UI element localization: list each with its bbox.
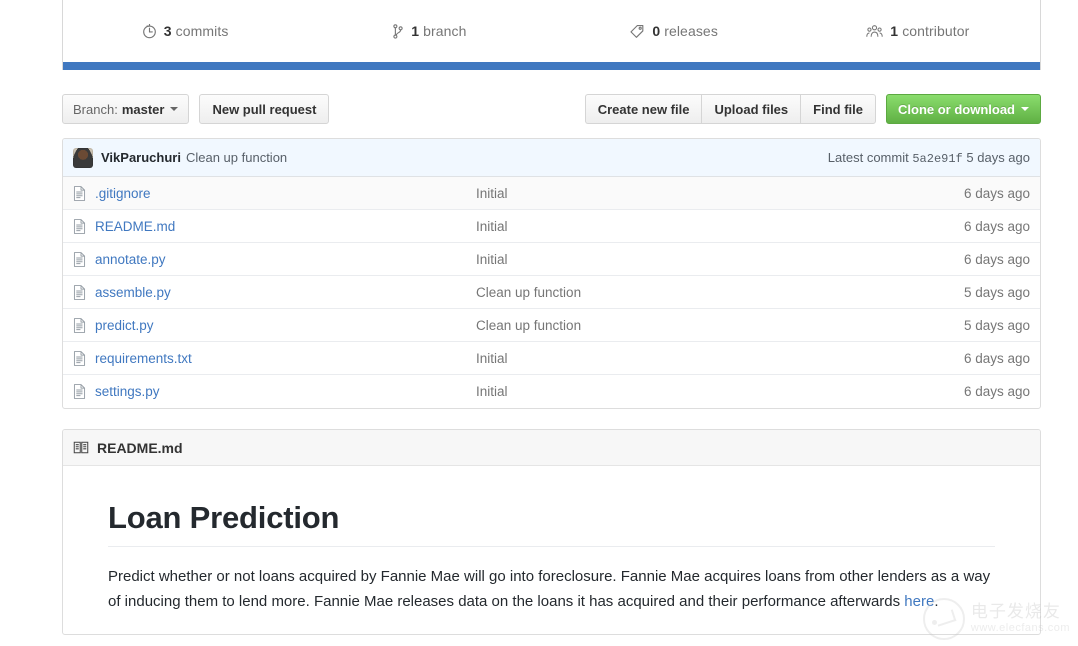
toolbar-left-group: Branch: master New pull request [62,94,329,124]
avatar [73,148,93,168]
file-icon [73,285,86,300]
readme-panel: README.md Loan Prediction Predict whethe… [62,429,1041,635]
book-icon [73,440,89,455]
table-row[interactable]: README.md Initial 6 days ago [63,210,1040,243]
latest-commit-info: Latest commit 5a2e91f 5 days ago [828,150,1030,166]
file-name-link[interactable]: assemble.py [95,285,171,300]
github-repository-page: 3 commits 1 branch [0,0,1078,646]
table-row[interactable]: annotate.py Initial 6 days ago [63,243,1040,276]
readme-paragraph-end: . [934,593,938,610]
branch-icon [392,24,404,39]
file-name-cell: assemble.py [73,285,476,300]
commit-sha[interactable]: 5a2e91f [912,152,962,166]
file-icon [73,351,86,366]
readme-heading: Loan Prediction [108,500,995,547]
file-age: 6 days ago [964,384,1030,399]
file-commit-message[interactable]: Clean up function [476,285,964,300]
latest-commit-label: Latest commit [828,150,909,165]
commit-author-name[interactable]: VikParuchuri [101,150,181,165]
branch-prefix-label: Branch: [73,102,118,117]
file-name-cell: README.md [73,219,476,234]
stats-accent-bar [62,62,1041,70]
people-icon [866,24,883,39]
file-name-link[interactable]: predict.py [95,318,154,333]
file-commit-message[interactable]: Initial [476,219,964,234]
file-icon [73,252,86,267]
file-icon [73,219,86,234]
stat-commits[interactable]: 3 commits [63,23,307,39]
clone-or-download-label: Clone or download [898,102,1015,117]
branch-selector-button[interactable]: Branch: master [62,94,189,124]
file-icon [73,186,86,201]
commit-message[interactable]: Clean up function [186,150,287,165]
file-age: 5 days ago [964,285,1030,300]
file-icon [73,384,86,399]
stat-contributors[interactable]: 1 contributor [796,23,1040,39]
create-new-file-button[interactable]: Create new file [585,94,702,124]
repo-toolbar: Branch: master New pull request Create n… [62,92,1041,126]
repo-content-container: 3 commits 1 branch [62,0,1041,635]
stat-branches[interactable]: 1 branch [307,23,551,39]
readme-paragraph: Predict whether or not loans acquired by… [108,564,995,614]
stat-releases-count: 0 [652,23,660,39]
chevron-down-icon [1021,107,1029,111]
file-commit-message[interactable]: Initial [476,186,964,201]
history-icon [142,24,157,39]
branch-name-label: master [122,102,165,117]
stat-commits-label: commits [176,23,229,39]
file-listing-box: VikParuchuri Clean up function Latest co… [62,138,1041,409]
stat-releases[interactable]: 0 releases [552,23,796,39]
stat-branches-count: 1 [411,23,419,39]
file-icon [73,318,86,333]
file-commit-message[interactable]: Clean up function [476,318,964,333]
stat-contributors-count: 1 [890,23,898,39]
file-name-link[interactable]: annotate.py [95,252,166,267]
find-file-button[interactable]: Find file [800,94,876,124]
file-age: 6 days ago [964,252,1030,267]
file-name-link[interactable]: README.md [95,219,175,234]
file-name-cell: settings.py [73,384,476,399]
file-commit-message[interactable]: Initial [476,351,964,366]
readme-here-link[interactable]: here [904,593,934,610]
tag-icon [629,24,645,39]
table-row[interactable]: assemble.py Clean up function 5 days ago [63,276,1040,309]
readme-paragraph-text: Predict whether or not loans acquired by… [108,568,990,610]
latest-commit-bar: VikParuchuri Clean up function Latest co… [63,139,1040,177]
file-age: 5 days ago [964,318,1030,333]
file-age: 6 days ago [964,219,1030,234]
file-age: 6 days ago [964,351,1030,366]
table-row[interactable]: predict.py Clean up function 5 days ago [63,309,1040,342]
toolbar-right-group: Create new file Upload files Find file C… [585,94,1041,124]
stat-branches-label: branch [423,23,466,39]
readme-header: README.md [63,430,1040,466]
file-actions-button-group: Create new file Upload files Find file [585,94,876,124]
file-name-link[interactable]: settings.py [95,384,160,399]
repository-stats-bar: 3 commits 1 branch [62,0,1041,62]
file-name-cell: predict.py [73,318,476,333]
file-commit-message[interactable]: Initial [476,384,964,399]
readme-header-title: README.md [97,440,183,456]
file-name-cell: .gitignore [73,186,476,201]
file-name-cell: requirements.txt [73,351,476,366]
file-rows: .gitignore Initial 6 days ago [63,177,1040,408]
commit-age: 5 days ago [966,150,1030,165]
file-commit-message[interactable]: Initial [476,252,964,267]
clone-or-download-button[interactable]: Clone or download [886,94,1041,124]
table-row[interactable]: requirements.txt Initial 6 days ago [63,342,1040,375]
table-row[interactable]: settings.py Initial 6 days ago [63,375,1040,408]
file-name-link[interactable]: .gitignore [95,186,151,201]
new-pull-request-button[interactable]: New pull request [199,94,329,124]
stat-contributors-label: contributor [902,23,969,39]
stat-releases-label: releases [664,23,718,39]
table-row[interactable]: .gitignore Initial 6 days ago [63,177,1040,210]
file-name-cell: annotate.py [73,252,476,267]
stat-commits-count: 3 [164,23,172,39]
file-name-link[interactable]: requirements.txt [95,351,192,366]
chevron-down-icon [170,107,178,111]
readme-body: Loan Prediction Predict whether or not l… [63,466,1040,634]
file-age: 6 days ago [964,186,1030,201]
upload-files-button[interactable]: Upload files [701,94,800,124]
